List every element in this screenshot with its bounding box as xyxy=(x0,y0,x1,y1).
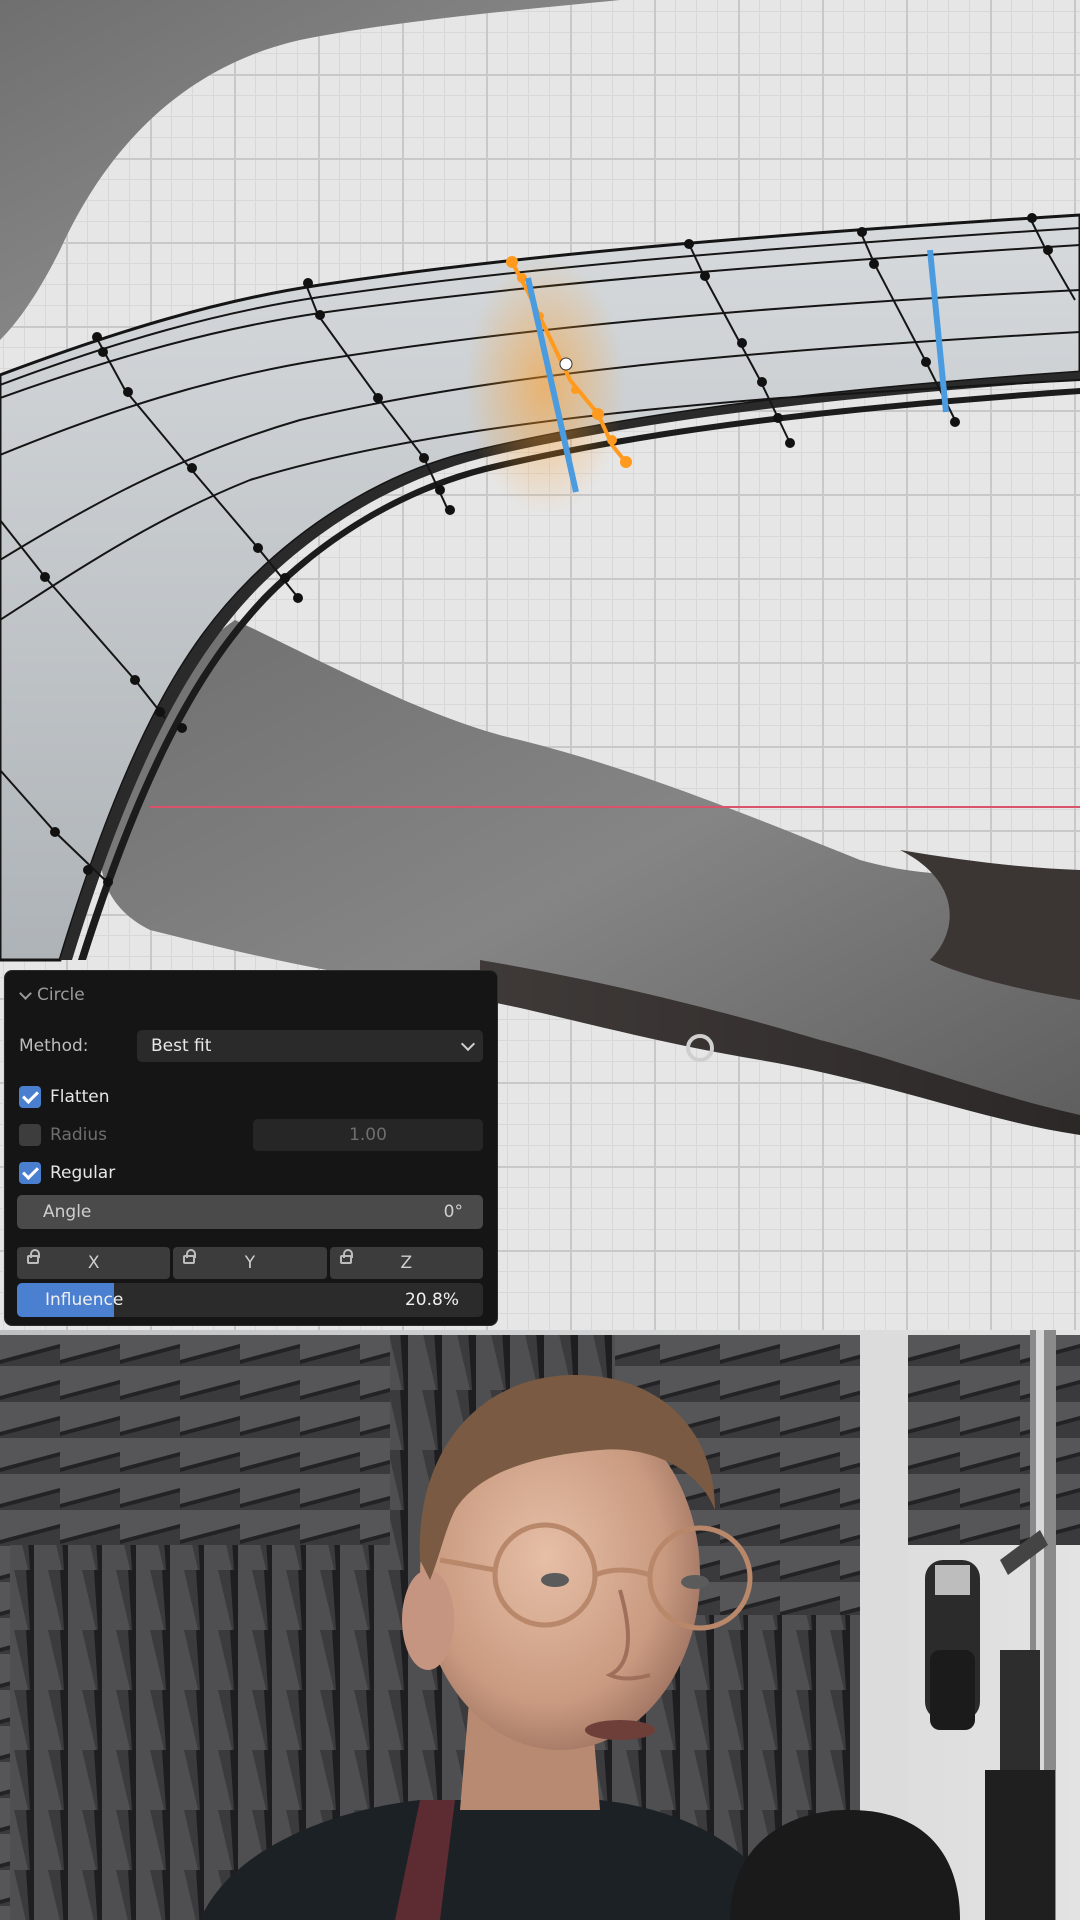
angle-label: Angle xyxy=(43,1202,92,1222)
lock-axis-row: X Y Z xyxy=(17,1247,483,1279)
webcam-scene xyxy=(0,1330,1080,1920)
chevron-down-icon[interactable] xyxy=(19,989,31,1001)
axis-y-label: Y xyxy=(244,1253,256,1273)
flatten-row[interactable]: Flatten xyxy=(19,1082,483,1112)
regular-checkbox[interactable] xyxy=(19,1162,41,1184)
regular-label: Regular xyxy=(50,1163,116,1183)
method-row: Method: Best fit xyxy=(19,1029,483,1063)
radius-value: 1.00 xyxy=(349,1125,387,1145)
panel-header[interactable]: Circle xyxy=(19,981,483,1009)
angle-value: 0° xyxy=(443,1202,463,1222)
lock-z-toggle[interactable]: Z xyxy=(329,1247,483,1279)
radius-field[interactable]: 1.00 xyxy=(253,1119,483,1151)
method-label: Method: xyxy=(19,1036,89,1056)
regular-row[interactable]: Regular xyxy=(19,1158,483,1188)
influence-label: Influence xyxy=(45,1290,124,1310)
flatten-checkbox[interactable] xyxy=(19,1086,41,1108)
axis-z-label: Z xyxy=(400,1253,413,1273)
radius-checkbox[interactable] xyxy=(19,1124,41,1146)
method-dropdown[interactable]: Best fit xyxy=(137,1030,483,1062)
lock-icon xyxy=(339,1249,353,1264)
influence-slider[interactable]: Influence 20.8% xyxy=(17,1283,483,1317)
pivot-point xyxy=(559,357,573,371)
method-value: Best fit xyxy=(151,1036,212,1056)
lock-x-toggle[interactable]: X xyxy=(17,1247,171,1279)
axis-x-label: X xyxy=(87,1253,100,1273)
chevron-down-icon xyxy=(460,1036,476,1051)
radius-label: Radius xyxy=(50,1125,108,1145)
influence-value: 20.8% xyxy=(404,1290,459,1310)
angle-field[interactable]: Angle 0° xyxy=(17,1195,483,1229)
webcam-feed xyxy=(0,1330,1080,1920)
lock-y-toggle[interactable]: Y xyxy=(173,1247,327,1279)
lock-icon xyxy=(27,1249,40,1264)
3d-viewport[interactable]: Circle Method: Best fit Flatten Radius 1… xyxy=(0,0,1080,1330)
flatten-label: Flatten xyxy=(50,1087,110,1107)
panel-title: Circle xyxy=(37,985,85,1005)
lock-icon xyxy=(183,1249,197,1264)
adjust-last-operation-panel: Circle Method: Best fit Flatten Radius 1… xyxy=(4,970,498,1326)
microphone-icon xyxy=(925,1560,980,1730)
